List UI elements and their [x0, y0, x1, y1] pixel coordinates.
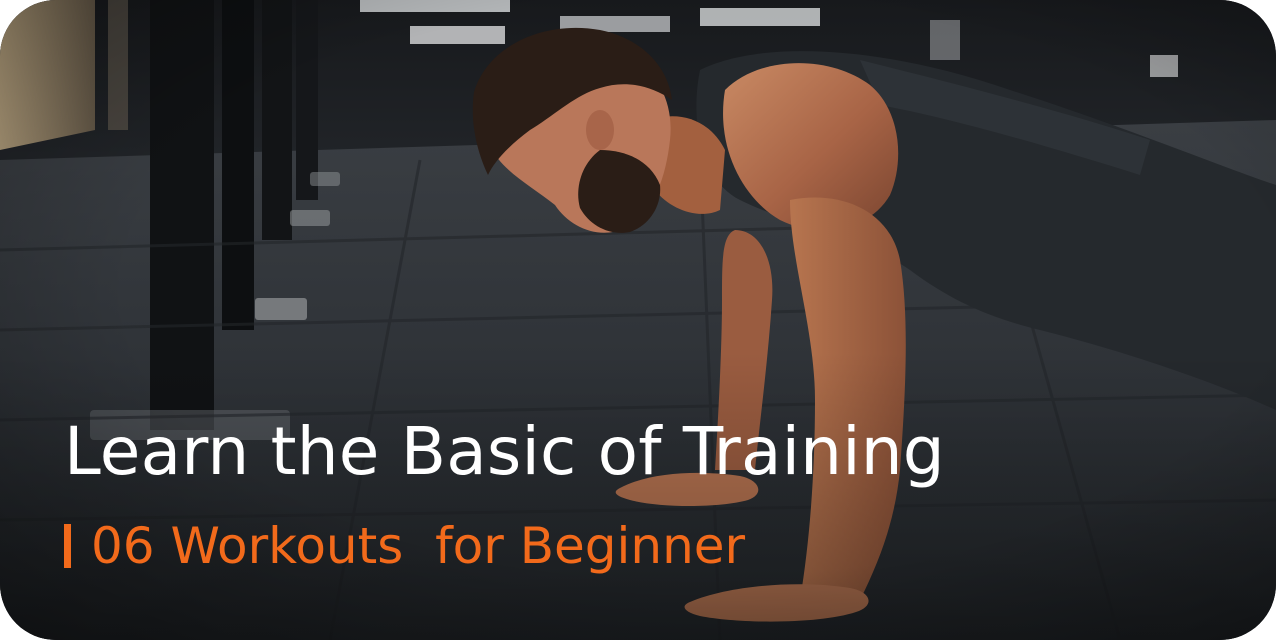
workout-count-label: 06 Workouts for Beginner: [91, 517, 746, 575]
workout-program-card[interactable]: Learn the Basic of Training 06 Workouts …: [0, 0, 1276, 640]
card-title: Learn the Basic of Training: [64, 413, 945, 490]
accent-bar: [64, 524, 71, 568]
card-subtitle: 06 Workouts for Beginner: [64, 518, 745, 574]
